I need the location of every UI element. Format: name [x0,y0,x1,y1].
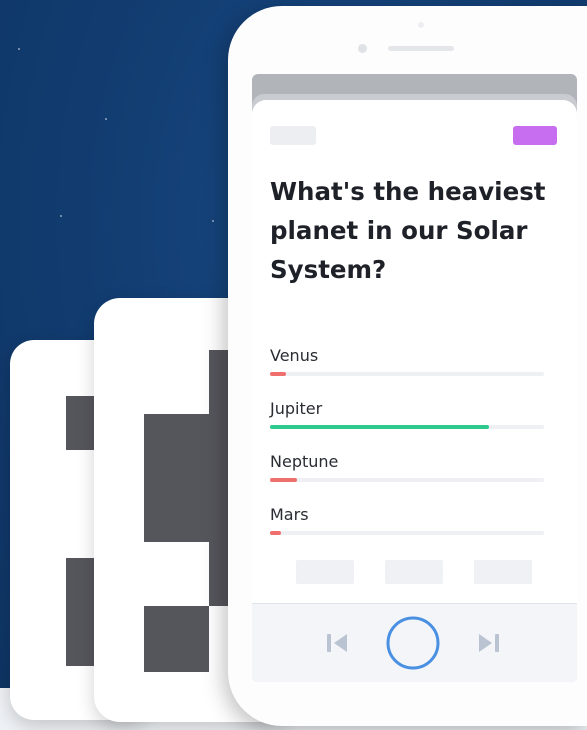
answer-result-bar [270,531,544,535]
phone-speaker [388,46,454,51]
answer-label: Jupiter [270,399,323,418]
answer-result-bar [270,372,544,376]
answer-label: Venus [270,346,319,365]
answer-result-fill [270,425,490,429]
play-circle-icon [386,616,440,670]
star [60,215,62,217]
star [212,220,214,222]
previous-button[interactable] [322,604,354,682]
answer-option[interactable]: Mars [270,505,544,545]
placeholder-block [385,560,443,584]
question-card: What's the heaviest planet in our Solar … [252,100,577,682]
answer-result-bar [270,478,544,482]
playback-controls [252,603,577,682]
card-block [144,606,209,672]
placeholder-block [474,560,532,584]
phone-camera [418,22,424,28]
placeholder-row [296,560,532,584]
hero-illustration: What's the heaviest planet in our Solar … [0,0,587,730]
skip-forward-icon [479,634,499,652]
play-button[interactable] [382,604,444,682]
answer-option[interactable]: Jupiter [270,399,544,439]
answer-option[interactable]: Venus [270,346,544,386]
category-tag [270,126,316,145]
skip-back-icon [327,634,347,652]
answer-result-fill [270,372,287,376]
question-title: What's the heaviest planet in our Solar … [270,177,546,284]
answer-label: Neptune [270,452,339,471]
next-button[interactable] [472,604,504,682]
answer-result-bar [270,425,544,429]
placeholder-block [296,560,354,584]
quiz-tag [513,126,557,145]
star [105,118,107,120]
phone-mockup: What's the heaviest planet in our Solar … [228,6,587,726]
star [18,48,20,50]
phone-screen: What's the heaviest planet in our Solar … [252,74,577,682]
phone-sensor [358,44,367,53]
answer-result-fill [270,478,298,482]
answer-result-fill [270,531,281,535]
answer-label: Mars [270,505,309,524]
answer-option[interactable]: Neptune [270,452,544,492]
